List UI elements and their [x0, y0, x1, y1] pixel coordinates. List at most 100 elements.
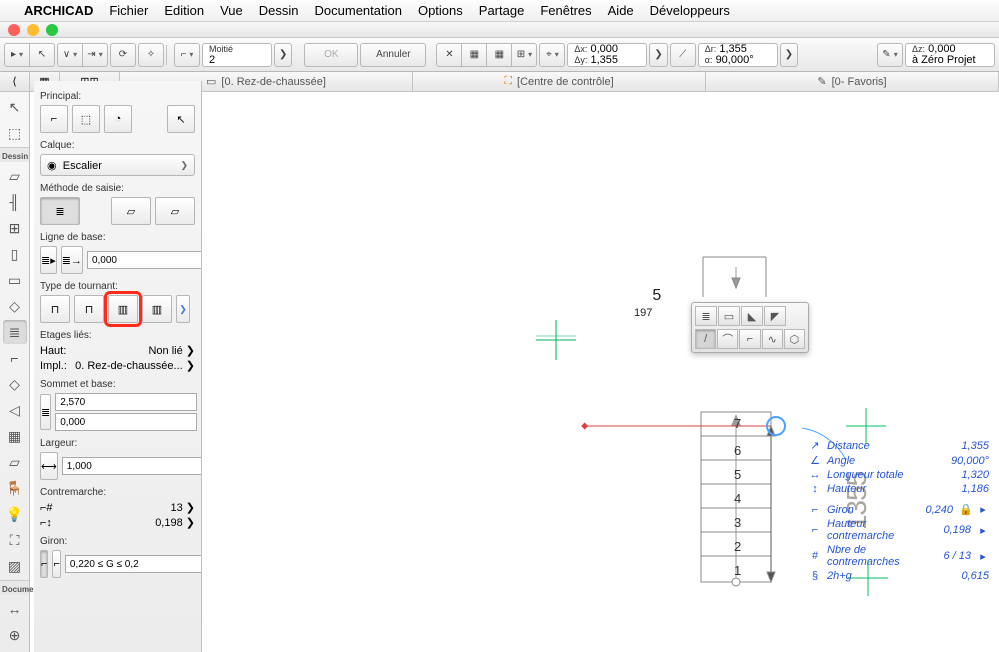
zoom-icon[interactable] [46, 24, 58, 36]
baseline-offset-icon[interactable]: ≣→ [61, 246, 83, 274]
polar-toggle[interactable]: ⟋ [670, 43, 696, 67]
line-tool-dropdown[interactable]: ⌐ [174, 43, 200, 67]
petpal-edit-line[interactable]: / [695, 329, 716, 349]
turning-more-icon[interactable]: ❯ [176, 295, 190, 323]
baseline-offset-input[interactable] [87, 251, 202, 269]
petpal-winder1[interactable]: ◣ [741, 306, 763, 326]
menu-edit[interactable]: Edition [164, 3, 204, 18]
menu-view[interactable]: Vue [220, 3, 243, 18]
menu-documentation[interactable]: Documentation [315, 3, 402, 18]
tab-favorites[interactable]: ✎[0- Favoris] [706, 72, 999, 91]
tool-dimension[interactable]: ↔ [3, 597, 27, 621]
tool-zone[interactable]: ⛶ [3, 528, 27, 552]
snap-1[interactable]: ✕ [436, 43, 462, 67]
ratio-field[interactable]: Moitié 2 [202, 43, 272, 67]
tool-beam[interactable]: ▭ [3, 268, 27, 292]
petpal-edit-poly[interactable]: ⬡ [784, 329, 805, 349]
toolbar-rotate[interactable]: ⟳ [110, 43, 136, 67]
tool-railing[interactable]: ⌐ [3, 346, 27, 370]
menu-design[interactable]: Dessin [259, 3, 299, 18]
riser-count-dropdown[interactable]: 13 ❯ [170, 501, 195, 514]
tool-roof[interactable]: ◇ [3, 372, 27, 396]
tool-arrow[interactable]: ↖ [3, 95, 27, 119]
snap-3[interactable]: ▦ [486, 43, 512, 67]
petpal-edit-tangent[interactable]: ⌐ [739, 329, 760, 349]
input-method-3[interactable]: ▱ [155, 197, 195, 225]
menu-share[interactable]: Partage [479, 3, 525, 18]
cursor-mode-dropdown[interactable]: ▸ [4, 43, 30, 67]
turning-3-selected[interactable]: ▥ [108, 295, 138, 323]
geo-method-3[interactable]: ◔ [104, 105, 132, 133]
petpal-edit-arc[interactable]: ⌒ [717, 329, 738, 349]
tool-curtain[interactable]: ▦ [3, 424, 27, 448]
top-elev-input[interactable] [55, 393, 197, 411]
tool-object[interactable]: 🪑 [3, 476, 27, 500]
tool-lamp[interactable]: 💡 [3, 502, 27, 526]
geo-method-2[interactable]: ⬚ [72, 105, 100, 133]
petpal-landing[interactable]: ▭ [718, 306, 740, 326]
toolbar-mirror[interactable]: ✧ [138, 43, 164, 67]
tool-slab[interactable]: ◇ [3, 294, 27, 318]
offset-dropdown[interactable]: ⇥ [82, 43, 108, 67]
cancel-button[interactable]: Annuler [360, 43, 426, 67]
tread-input[interactable] [65, 555, 202, 573]
baseline-pos-dropdown[interactable]: ≣▸ [40, 246, 57, 274]
width-input[interactable] [62, 457, 202, 475]
petpal-edit-curve[interactable]: ∿ [762, 329, 783, 349]
gravity-dropdown[interactable]: ⌖ [539, 43, 565, 67]
step-2: 2 [734, 539, 741, 554]
delta-z-readout[interactable]: Δz: 0,000 à Zéro Projet [905, 43, 995, 67]
elevation-icon[interactable]: ≣ [40, 394, 51, 430]
tread-mode-2[interactable]: ⌐ [52, 550, 60, 578]
minimize-icon[interactable] [27, 24, 39, 36]
layer-dropdown[interactable]: ◉ Escalier [40, 154, 195, 176]
tool-marquee[interactable]: ⬚ [3, 121, 27, 145]
ok-button[interactable]: OK [304, 43, 358, 67]
tool-stair[interactable]: ≣ [3, 320, 27, 344]
delta-ra-chevron-icon[interactable]: ❯ [780, 43, 798, 67]
delta-xy-readout[interactable]: Δx: 0,000 Δy: 1,355 [567, 43, 647, 67]
tool-wall[interactable]: ▱ [3, 164, 27, 188]
menu-options[interactable]: Options [418, 3, 463, 18]
giron-lock-icon[interactable]: 🔒 [959, 503, 971, 516]
drawing-canvas[interactable]: 1975 1 2 3 4 5 6 7 1355 ≣ ▭ ◣ ◤ / ⌒ ⌐ ∿ … [206, 92, 999, 652]
snap-2[interactable]: ▦ [461, 43, 487, 67]
width-icon[interactable]: ⟷ [40, 452, 58, 480]
tread-mode-1[interactable]: ⌐ [40, 550, 48, 578]
menu-file[interactable]: Fichier [109, 3, 148, 18]
input-method-2[interactable]: ▱ [111, 197, 151, 225]
delta-ra-readout[interactable]: Δr: 1,355 α: 90,000° [698, 43, 778, 67]
tab-control-center[interactable]: ⛶[Centre de contrôle] [413, 72, 706, 91]
menu-developers[interactable]: Développeurs [650, 3, 730, 18]
geo-method-1[interactable]: ⌐ [40, 105, 68, 133]
petpal-straight[interactable]: ≣ [695, 306, 717, 326]
delta-xy-chevron-icon[interactable]: ❯ [649, 43, 667, 67]
tool-column[interactable]: ▯ [3, 242, 27, 266]
bottom-elev-input[interactable] [55, 413, 197, 431]
toolbar-arrow[interactable]: ↖ [29, 43, 55, 67]
menu-windows[interactable]: Fenêtres [540, 3, 591, 18]
app-name[interactable]: ARCHICAD [24, 3, 93, 18]
menu-help[interactable]: Aide [608, 3, 634, 18]
tool-morph[interactable]: ▱ [3, 450, 27, 474]
ratio-chevron-icon[interactable]: ❯ [274, 43, 292, 67]
tool-shell[interactable]: ◁ [3, 398, 27, 422]
turning-1[interactable]: ⊓ [40, 295, 70, 323]
close-icon[interactable] [8, 24, 20, 36]
angle-dropdown[interactable]: ∨ [57, 43, 83, 67]
turning-4[interactable]: ▥ [142, 295, 172, 323]
home-story-dropdown[interactable]: 0. Rez-de-chaussée... ❯ [75, 359, 195, 372]
top-link-dropdown[interactable]: Non lié ❯ [148, 344, 195, 357]
input-method-1[interactable]: ≣ [40, 197, 80, 225]
turning-2[interactable]: ⊓ [74, 295, 104, 323]
tabbar-prev-icon[interactable]: ⟨ [0, 72, 30, 91]
tool-mesh[interactable]: ▨ [3, 554, 27, 578]
tool-level[interactable]: ⊕ [3, 623, 27, 647]
snap-dropdown[interactable]: ⊞ [511, 43, 537, 67]
z-tool-dropdown[interactable]: ✎ [877, 43, 903, 67]
pointer-button[interactable]: ↖ [167, 105, 195, 133]
tool-window[interactable]: ⊞ [3, 216, 27, 240]
petpal-winder2[interactable]: ◤ [764, 306, 786, 326]
tool-door[interactable]: ╢ [3, 190, 27, 214]
riser-height-dropdown[interactable]: 0,198 ❯ [155, 516, 195, 529]
